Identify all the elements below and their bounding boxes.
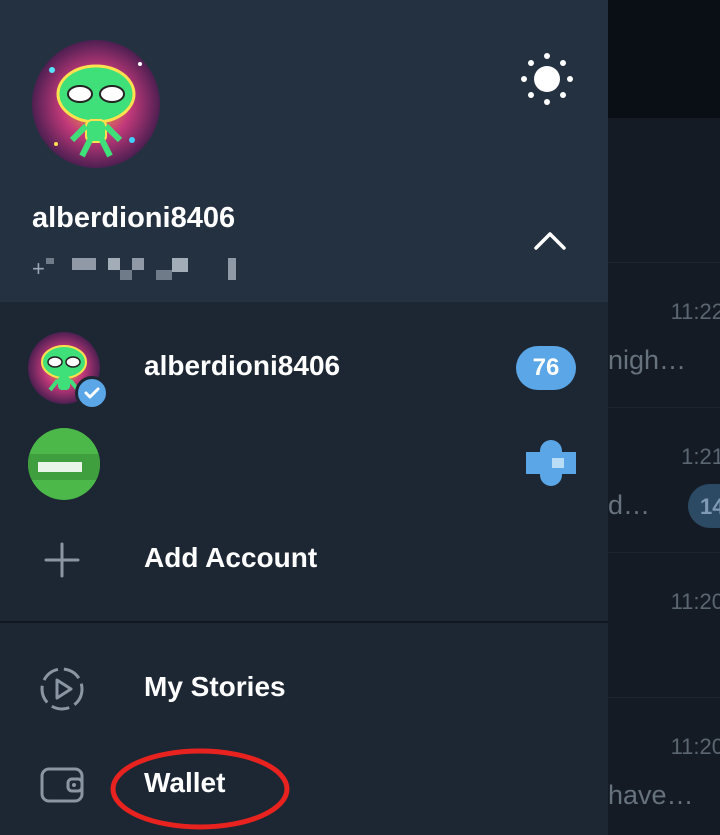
account-row-current[interactable]: alberdioni8406 76 xyxy=(0,318,608,414)
background-chat-row[interactable]: 11:20 xyxy=(608,552,720,696)
add-account-button[interactable]: Add Account xyxy=(0,510,608,606)
menu-divider xyxy=(0,621,608,623)
chat-unread-badge: 14 xyxy=(688,484,720,528)
chat-time: 11:20 xyxy=(670,589,720,614)
profile-username: alberdioni8406 xyxy=(32,202,236,234)
wallet-button[interactable]: Wallet xyxy=(0,735,608,831)
background-chat-list: 11:22 nigh… 1:21 d… 14 11:20 11:20 have… xyxy=(608,0,720,835)
profile-avatar[interactable] xyxy=(32,40,160,168)
background-chat-row[interactable]: 11:22 nigh… xyxy=(608,262,720,406)
my-stories-button[interactable]: My Stories xyxy=(0,639,608,735)
sun-icon[interactable] xyxy=(518,50,576,108)
badge-censored xyxy=(526,440,576,486)
account-name-censored xyxy=(154,450,334,478)
my-stories-label: My Stories xyxy=(144,671,286,702)
drawer-header: alberdioni8406 + xyxy=(0,0,608,302)
annotation-circle xyxy=(110,748,290,830)
plus-icon xyxy=(36,534,88,586)
chevron-up-icon[interactable] xyxy=(530,224,570,258)
background-chat-row[interactable]: 1:21 d… 14 xyxy=(608,407,720,551)
account-name: alberdioni8406 xyxy=(144,350,341,381)
chat-time: 11:22 xyxy=(670,299,720,324)
profile-phone-censored: + xyxy=(32,256,242,282)
unread-count-badge: 76 xyxy=(516,346,576,390)
chat-snippet: have… xyxy=(608,780,694,810)
chat-snippet: nigh… xyxy=(608,345,687,375)
stories-icon xyxy=(36,663,88,715)
navigation-drawer: alberdioni8406 + alberdioni8406 76 Add A… xyxy=(0,0,608,835)
account-row-secondary[interactable] xyxy=(0,414,608,510)
background-chat-row[interactable]: 11:20 have… xyxy=(608,697,720,835)
account-avatar-censored xyxy=(28,428,100,500)
chat-snippet: d… xyxy=(608,490,651,520)
chat-time: 11:20 xyxy=(670,734,720,759)
add-account-label: Add Account xyxy=(144,542,318,573)
background-toolbar xyxy=(608,0,720,118)
verified-check-icon xyxy=(75,376,109,410)
wallet-icon xyxy=(36,759,88,811)
chat-time: 1:21 xyxy=(681,444,720,469)
